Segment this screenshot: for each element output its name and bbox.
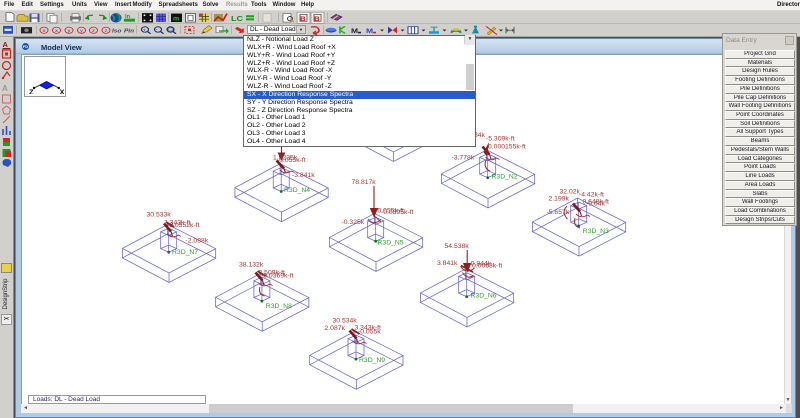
svg-text:-0.055k-ft: -0.055k-ft — [277, 157, 306, 164]
svg-text:Iso: Iso — [112, 29, 122, 34]
svg-text:-0.0369k-ft: -0.0369k-ft — [261, 273, 294, 280]
svg-text:-0.055k: -0.055k — [358, 329, 381, 336]
svg-text:+: + — [143, 28, 147, 33]
svg-text:-0.325k: -0.325k — [342, 219, 365, 226]
svg-text:R3D_N6: R3D_N6 — [471, 292, 497, 299]
svg-text:-5.657k: -5.657k — [547, 209, 570, 216]
svg-text:0.0068k-ft: 0.0068k-ft — [472, 263, 502, 270]
svg-text:30.533k: 30.533k — [147, 212, 172, 219]
svg-text:78.817k: 78.817k — [352, 179, 377, 186]
svg-text:R3D_N5: R3D_N5 — [378, 239, 404, 246]
svg-text:32.02k: 32.02k — [560, 189, 581, 196]
svg-text:-2.088k: -2.088k — [186, 238, 209, 245]
svg-text:-: - — [156, 28, 158, 33]
svg-text:-3.841k: -3.841k — [292, 172, 315, 179]
svg-text:-0.64k: -0.64k — [586, 201, 605, 208]
svg-text:2.199k: 2.199k — [549, 196, 570, 203]
svg-text:m: m — [173, 16, 179, 22]
svg-text:-0.0595k-ft: -0.0595k-ft — [381, 209, 414, 216]
svg-text:54.538k: 54.538k — [445, 243, 470, 250]
svg-text:R3D_N4: R3D_N4 — [284, 187, 310, 194]
svg-text:0.000155k-ft: 0.000155k-ft — [488, 144, 526, 151]
svg-text:Pin: Pin — [124, 29, 135, 34]
svg-text:38.132k: 38.132k — [239, 262, 264, 269]
svg-text:-0.0552k-ft: -0.0552k-ft — [167, 222, 200, 229]
svg-text:R3D_N2: R3D_N2 — [492, 174, 518, 181]
svg-text:-3.778k: -3.778k — [452, 155, 475, 162]
svg-text:X: X — [59, 88, 64, 95]
svg-text:3.841k: 3.841k — [437, 260, 458, 267]
svg-text:M: M — [351, 27, 358, 35]
svg-text:R3D_N9: R3D_N9 — [359, 357, 385, 364]
svg-text:-4.42k-ft: -4.42k-ft — [579, 192, 604, 199]
svg-text:2.087k: 2.087k — [325, 325, 346, 332]
svg-text:-5.309k-ft: -5.309k-ft — [486, 136, 515, 143]
svg-text:In: In — [125, 14, 131, 19]
svg-text:A: A — [3, 40, 9, 49]
svg-text:R3D_N7: R3D_N7 — [172, 249, 198, 256]
svg-text:LC: LC — [231, 13, 243, 22]
svg-text:R3D_N8: R3D_N8 — [266, 303, 292, 310]
svg-text:30.534k: 30.534k — [333, 318, 358, 325]
svg-text:R3D_N3: R3D_N3 — [583, 228, 609, 235]
svg-text:A: A — [2, 84, 8, 93]
svg-text:Z: Z — [29, 88, 34, 95]
svg-text:M: M — [366, 27, 373, 35]
